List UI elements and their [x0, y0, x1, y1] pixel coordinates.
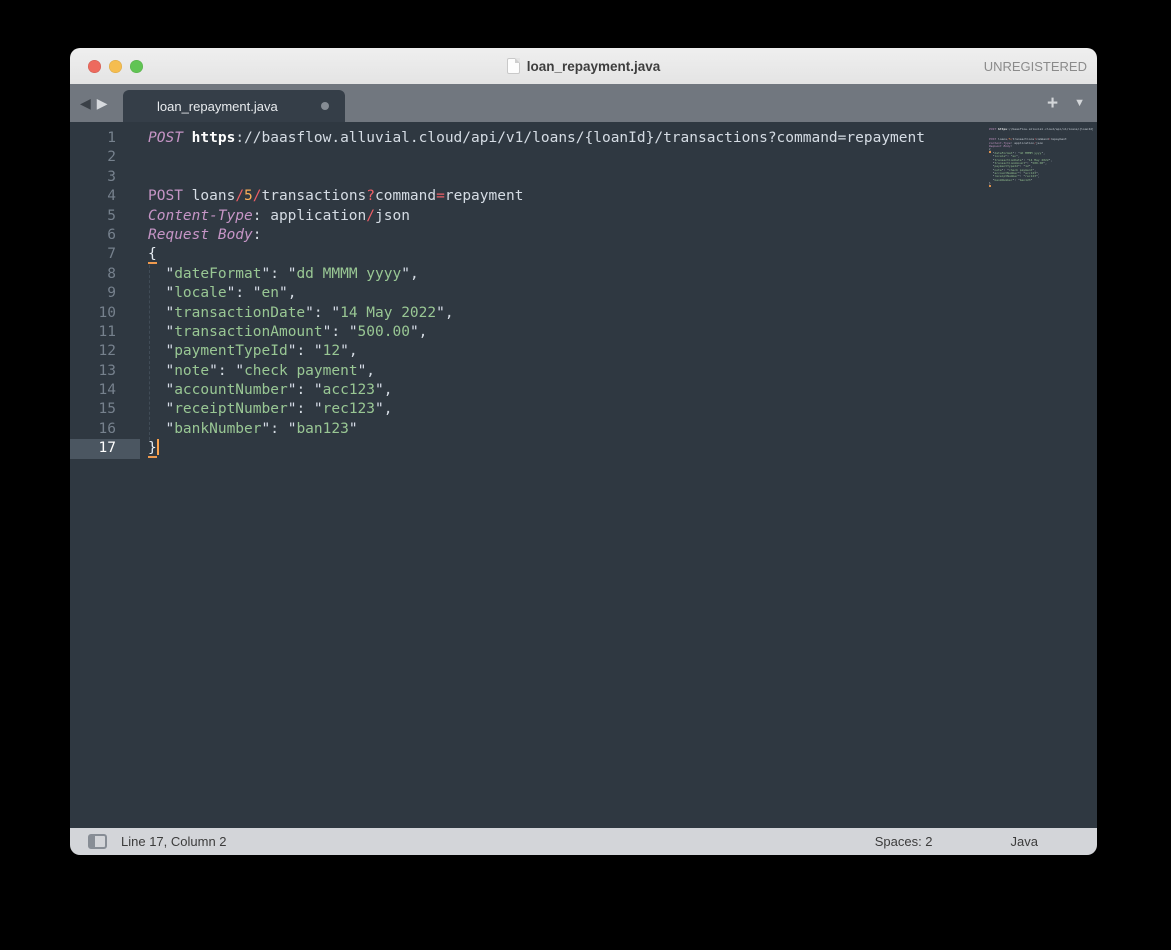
line-number: 1 — [70, 129, 140, 148]
code-line[interactable]: 11 "transactionAmount": "500.00", — [70, 323, 1097, 342]
line-number: 9 — [70, 284, 140, 303]
code-line[interactable]: 1 POST https://baasflow.alluvial.cloud/ap… — [70, 129, 1097, 148]
window-title-group: loan_repayment.java — [70, 48, 1097, 84]
code-line[interactable]: 8 "dateFormat": "dd MMMM yyyy", — [70, 265, 1097, 284]
line-number: 15 — [70, 400, 140, 419]
line-number: 11 — [70, 323, 140, 342]
minimap[interactable]: POST https://baasflow.alluvial.cloud/api… — [981, 128, 1093, 192]
line-number: 12 — [70, 342, 140, 361]
line-number: 17 — [70, 439, 140, 458]
tab-nav-arrows: ◀ ▶ — [80, 84, 108, 122]
window-title: loan_repayment.java — [527, 59, 661, 74]
line-number: 2 — [70, 148, 140, 167]
code-line[interactable]: 10 "transactionDate": "14 May 2022", — [70, 304, 1097, 323]
line-number: 6 — [70, 226, 140, 245]
tab-loan-repayment[interactable]: loan_repayment.java — [123, 90, 345, 122]
line-number: 3 — [70, 168, 140, 187]
code-line[interactable]: 5Content-Type: application/json — [70, 207, 1097, 226]
text-caret — [157, 439, 159, 455]
code-line[interactable]: 14 "accountNumber": "acc123", — [70, 381, 1097, 400]
syntax-mode[interactable]: Java — [1011, 834, 1038, 849]
minimap-line: } — [981, 182, 1093, 185]
code-line[interactable]: 6Request Body: — [70, 226, 1097, 245]
minimap-line: POST https://baasflow.alluvial.cloud/api… — [981, 128, 1093, 131]
tab-bar-actions: + ▼ — [1047, 84, 1085, 122]
code-line[interactable]: 4POST loans/5/transactions?command=repay… — [70, 187, 1097, 206]
title-bar: loan_repayment.java UNREGISTERED — [70, 48, 1097, 84]
code-line[interactable]: 12 "paymentTypeId": "12", — [70, 342, 1097, 361]
status-bar-right: Spaces: 2 Java — [875, 834, 1038, 849]
code-line[interactable]: 13 "note": "check payment", — [70, 362, 1097, 381]
tab-bar: ◀ ▶ loan_repayment.java + ▼ — [70, 84, 1097, 122]
code-lines: 1 POST https://baasflow.alluvial.cloud/ap… — [70, 129, 1097, 459]
indent-guide — [149, 265, 150, 440]
indent-setting[interactable]: Spaces: 2 — [875, 834, 933, 849]
cursor-position: Line 17, Column 2 — [121, 834, 227, 849]
tab-label: loan_repayment.java — [157, 99, 278, 114]
line-number: 7 — [70, 245, 140, 264]
forward-arrow-icon[interactable]: ▶ — [97, 96, 108, 110]
code-line[interactable]: 15 "receiptNumber": "rec123", — [70, 400, 1097, 419]
line-number: 13 — [70, 362, 140, 381]
code-line[interactable]: 7{ — [70, 245, 1097, 264]
code-line[interactable]: 16 "bankNumber": "ban123" — [70, 420, 1097, 439]
sidebar-toggle-icon[interactable] — [88, 834, 107, 849]
line-number: 5 — [70, 207, 140, 226]
status-bar: Line 17, Column 2 Spaces: 2 Java — [70, 828, 1097, 855]
code-line[interactable]: 3 — [70, 168, 1097, 187]
modified-indicator — [321, 102, 329, 110]
line-number: 4 — [70, 187, 140, 206]
document-icon — [507, 58, 520, 74]
line-number: 8 — [70, 265, 140, 284]
line-number: 14 — [70, 381, 140, 400]
registration-status: UNREGISTERED — [984, 48, 1087, 84]
tab-overflow-icon[interactable]: ▼ — [1074, 98, 1085, 109]
new-tab-icon[interactable]: + — [1047, 94, 1058, 113]
code-line[interactable]: 2 — [70, 148, 1097, 167]
app-window: loan_repayment.java UNREGISTERED ◀ ▶ loa… — [70, 48, 1097, 855]
code-editor[interactable]: 1 POST https://baasflow.alluvial.cloud/ap… — [70, 122, 1097, 828]
back-arrow-icon[interactable]: ◀ — [80, 96, 91, 110]
code-line[interactable]: 9 "locale": "en", — [70, 284, 1097, 303]
line-number: 10 — [70, 304, 140, 323]
code-line[interactable]: 17} — [70, 439, 1097, 458]
line-number: 16 — [70, 420, 140, 439]
